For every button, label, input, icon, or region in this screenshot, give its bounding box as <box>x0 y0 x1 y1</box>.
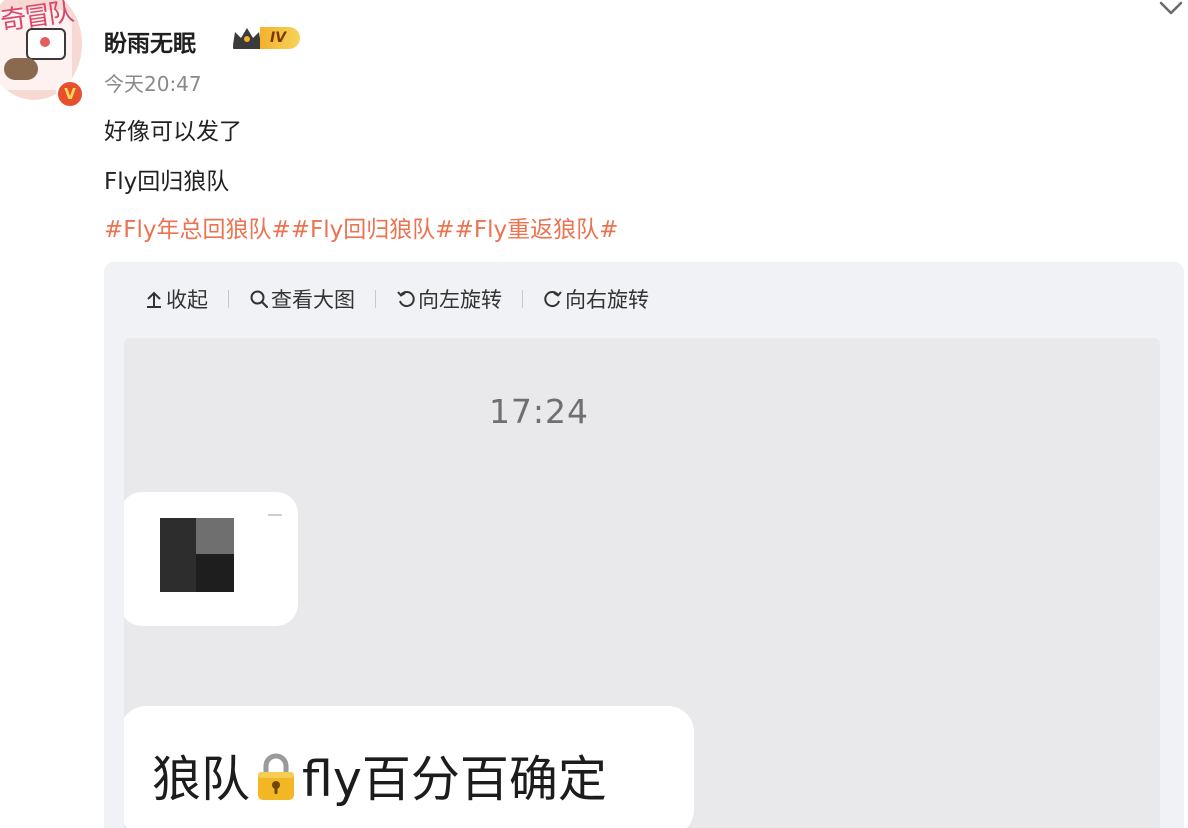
image-thumbnail <box>160 518 234 592</box>
chat-screenshot-image[interactable]: 17:24 狼队 fly百分百确定 <box>124 338 1160 828</box>
view-large-image-label: 查看大图 <box>271 288 355 312</box>
view-large-image-button[interactable]: 查看大图 <box>249 284 355 314</box>
collapse-button[interactable]: 收起 <box>144 284 208 314</box>
collapse-up-icon <box>147 291 161 308</box>
toolbar-divider <box>522 290 523 308</box>
rotate-left-button[interactable]: 向左旋转 <box>396 284 502 314</box>
avatar-card-graphic <box>26 28 66 60</box>
hashtag-link[interactable]: #Fly回归狼队# <box>291 217 455 243</box>
verified-badge-icon: V <box>56 80 84 108</box>
image-viewer-panel: 收起 查看大图 向左旋转 向右旋转 17:24 狼队 fly百分百确定 <box>104 262 1184 828</box>
text-message-bubble: 狼队 fly百分百确定 <box>124 706 694 828</box>
search-icon <box>250 290 269 309</box>
post-timestamp[interactable]: 今天20:47 <box>104 68 202 97</box>
image-message-bubble <box>124 492 298 626</box>
weibo-post: 奇冒队 V 盼雨无眠 IV 今天20:47 好像可以发了 Fly回归狼队 #Fl… <box>0 0 1188 828</box>
avatar-paw-graphic <box>4 58 38 80</box>
post-text-line: 好像可以发了 <box>104 119 242 145</box>
rotate-right-icon <box>544 291 562 308</box>
rotate-left-label: 向左旋转 <box>418 288 502 312</box>
toolbar-divider <box>375 290 376 308</box>
message-text-before: 狼队 <box>152 751 251 808</box>
username[interactable]: 盼雨无眠 <box>104 24 196 58</box>
image-toolbar: 收起 查看大图 向左旋转 向右旋转 <box>144 284 649 314</box>
post-text-line: Fly回归狼队 <box>104 169 230 195</box>
hashtag-link[interactable]: #Fly重返狼队# <box>455 217 619 243</box>
collapse-label: 收起 <box>166 288 208 312</box>
message-text-after: fly百分百确定 <box>302 751 607 808</box>
hashtag-list: #Fly年总回狼队##Fly回归狼队##Fly重返狼队# <box>104 210 618 244</box>
message-text: 狼队 fly百分百确定 <box>152 740 607 811</box>
bubble-mark <box>268 514 282 520</box>
lock-icon <box>258 753 295 800</box>
chevron-down-icon[interactable] <box>1158 0 1184 16</box>
level-label: IV <box>260 27 301 49</box>
rotate-right-button[interactable]: 向右旋转 <box>543 284 649 314</box>
rotate-left-icon <box>397 291 415 308</box>
rotate-right-label: 向右旋转 <box>565 288 649 312</box>
crown-icon <box>233 28 261 49</box>
toolbar-divider <box>228 290 229 308</box>
chat-timestamp: 17:24 <box>488 392 590 431</box>
level-badge[interactable]: IV <box>230 25 301 51</box>
hashtag-link[interactable]: #Fly年总回狼队# <box>104 217 291 243</box>
